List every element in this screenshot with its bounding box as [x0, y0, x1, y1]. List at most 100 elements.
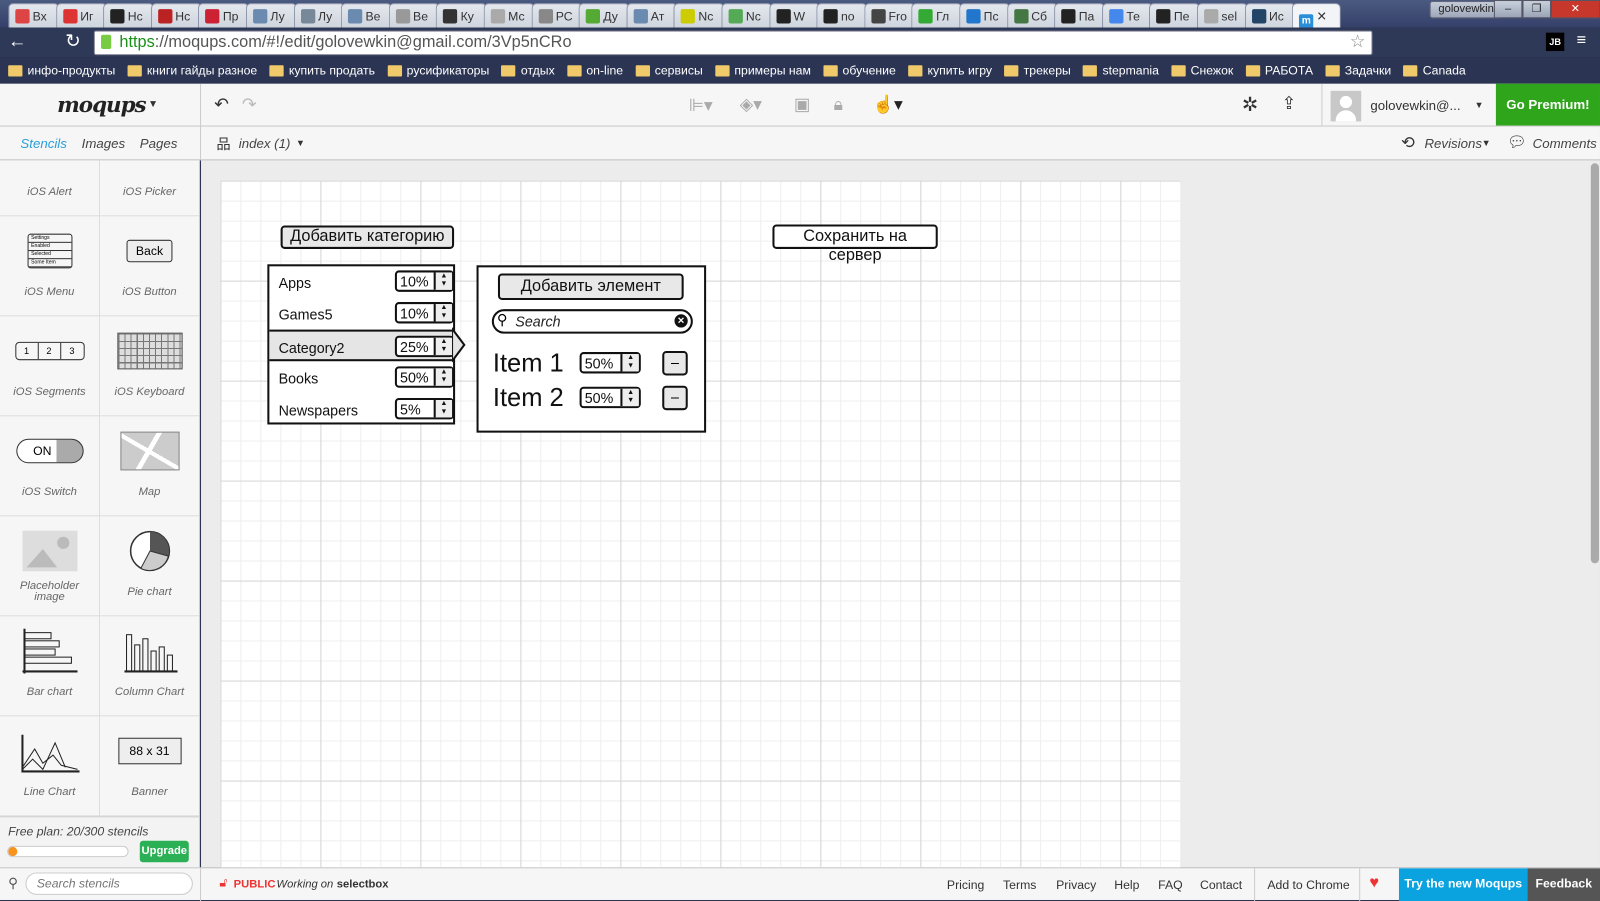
browser-tab[interactable]: РС	[531, 3, 583, 28]
browser-tab[interactable]: Нс	[103, 3, 155, 28]
group-icon[interactable]: ▣	[794, 95, 810, 115]
public-badge[interactable]: PUBLIC	[234, 879, 276, 891]
footer-link-pricing[interactable]: Pricing	[947, 878, 984, 892]
browser-tab[interactable]: Пс	[959, 3, 1011, 28]
browser-tab[interactable]: Ду	[578, 3, 630, 28]
stepper-arrows-icon[interactable]: ▲ ▼	[433, 304, 453, 322]
align-icon[interactable]: ⊫▾	[689, 96, 713, 116]
revisions-chevron-icon[interactable]: ▼	[1482, 138, 1491, 148]
bookmark-folder[interactable]: отдых	[501, 63, 555, 78]
maximize-button[interactable]: ❐	[1522, 0, 1552, 19]
footer-link-contact[interactable]: Contact	[1200, 878, 1242, 892]
stencil-ios-picker[interactable]: iOS Picker	[99, 160, 199, 217]
share-icon[interactable]: ⇪	[1282, 94, 1297, 114]
window-profile-button[interactable]: golovewkin	[1429, 1, 1504, 19]
stencil-pie-chart[interactable]: Pie chart	[99, 516, 199, 617]
reload-icon[interactable]: ↻	[65, 31, 80, 52]
browser-tab[interactable]: Ис	[1244, 3, 1296, 28]
tab-images[interactable]: Images	[82, 136, 126, 151]
vertical-scrollbar[interactable]	[1590, 163, 1599, 564]
tab-pages[interactable]: Pages	[140, 136, 178, 151]
lock-icon[interactable]: 🔒︎	[834, 95, 843, 115]
percent-stepper[interactable]: 25% ▲ ▼	[394, 335, 455, 357]
stepper-arrows-icon[interactable]: ▲ ▼	[433, 272, 453, 290]
stencil-banner[interactable]: 88 x 31 Banner	[99, 716, 199, 817]
bookmark-folder[interactable]: stepmania	[1083, 63, 1159, 78]
logo-menu-chevron-icon[interactable]: ▼	[148, 99, 158, 110]
jetbrains-extension-icon[interactable]: JB	[1545, 32, 1565, 52]
stepper-arrows-icon[interactable]: ▲ ▼	[433, 368, 453, 386]
stencil-column-chart[interactable]: Column Chart	[99, 616, 199, 717]
browser-tab[interactable]: Fro	[864, 3, 916, 28]
browser-tab[interactable]: Мс	[483, 3, 535, 28]
menu-icon[interactable]: ≡	[1577, 32, 1587, 50]
bookmark-folder[interactable]: купить продать	[269, 63, 375, 78]
browser-tab[interactable]: Ат	[626, 3, 678, 28]
url-bar[interactable]: https://moqups.com/#!/edit/golovewkin@gm…	[93, 30, 1373, 56]
bookmark-folder[interactable]: примеры нам	[715, 63, 811, 78]
save-to-server-button[interactable]: Сохранить на сервер	[772, 224, 938, 264]
stepper-arrows-icon[interactable]: ▲ ▼	[620, 388, 639, 407]
undo-icon[interactable]: ↶	[214, 95, 229, 115]
minimize-button[interactable]: –	[1493, 0, 1523, 19]
stencil-ios-alert[interactable]: iOS Alert	[0, 160, 100, 217]
stencil-ios-button[interactable]: Back iOS Button	[99, 216, 199, 317]
search-stencils-input[interactable]	[25, 872, 193, 895]
browser-tab[interactable]: Пр	[198, 3, 250, 28]
stencil-placeholder-image[interactable]: Placeholder image	[0, 516, 100, 617]
remove-item-button[interactable]: –	[662, 351, 688, 376]
bookmark-folder[interactable]: купить игру	[908, 63, 992, 78]
browser-tab[interactable]: mm✕	[1292, 3, 1341, 28]
browser-tab[interactable]: Лу	[293, 3, 345, 28]
bookmark-folder[interactable]: on-line	[566, 63, 623, 78]
back-icon[interactable]: ←	[8, 31, 26, 52]
settings-gear-icon[interactable]: ✲	[1242, 94, 1258, 117]
browser-tab[interactable]: sel	[1196, 3, 1248, 28]
category-row[interactable]: Category2 25% ▲ ▼	[269, 329, 455, 361]
browser-tab[interactable]: Nc	[721, 3, 773, 28]
stencil-line-chart[interactable]: Line Chart	[0, 716, 100, 817]
bookmark-folder[interactable]: трекеры	[1004, 63, 1071, 78]
stencil-bar-chart[interactable]: Bar chart	[0, 616, 100, 717]
revisions-button[interactable]: Revisions	[1424, 136, 1482, 151]
avatar[interactable]	[1330, 90, 1362, 122]
browser-tab[interactable]: Лу	[245, 3, 297, 28]
search-input[interactable]: ⚲ Search ✕	[491, 309, 693, 334]
clear-search-icon[interactable]: ✕	[674, 314, 688, 328]
bookmark-folder[interactable]: книги гайды разное	[127, 63, 257, 78]
browser-tab[interactable]: Гл	[911, 3, 963, 28]
feedback-button[interactable]: Feedback	[1527, 868, 1600, 901]
bookmark-folder[interactable]: Canada	[1403, 63, 1466, 78]
stencil-map[interactable]: Map	[99, 416, 199, 517]
bookmark-folder[interactable]: обучение	[823, 63, 896, 78]
footer-link-terms[interactable]: Terms	[1003, 878, 1036, 892]
percent-stepper[interactable]: 50% ▲ ▼	[579, 352, 641, 374]
category-row[interactable]: Newspapers 5% ▲ ▼	[269, 394, 455, 426]
page-selector[interactable]: index (1)	[239, 136, 291, 151]
stepper-arrows-icon[interactable]: ▲ ▼	[620, 354, 639, 372]
redo-icon[interactable]: ↷	[242, 95, 257, 115]
percent-stepper[interactable]: 5% ▲ ▼	[394, 398, 455, 420]
remove-item-button[interactable]: –	[662, 385, 688, 411]
browser-tab[interactable]: Ве	[388, 3, 440, 28]
interaction-hand-icon[interactable]: ☝▾	[872, 95, 902, 115]
moqups-logo[interactable]: moqups	[57, 92, 146, 118]
try-new-moqups-button[interactable]: Try the new Moqups	[1398, 868, 1528, 901]
browser-tab[interactable]: Ве	[341, 3, 393, 28]
percent-stepper[interactable]: 10% ▲ ▼	[394, 302, 455, 324]
category-row[interactable]: Games5 10% ▲ ▼	[269, 298, 455, 330]
footer-link-help[interactable]: Help	[1114, 878, 1139, 892]
browser-tab[interactable]: Nc	[673, 3, 725, 28]
comments-icon[interactable]: 💬︎	[1507, 133, 1526, 151]
page-chevron-icon[interactable]: ▼	[296, 138, 305, 148]
user-menu[interactable]: golovewkin@...	[1370, 98, 1460, 113]
browser-tab[interactable]: Ку	[436, 3, 488, 28]
comments-button[interactable]: Comments	[1533, 136, 1597, 151]
browser-tab[interactable]: Сб	[1006, 3, 1058, 28]
browser-tab[interactable]: Иг	[55, 3, 107, 28]
percent-stepper[interactable]: 10% ▲ ▼	[394, 270, 455, 292]
footer-link-privacy[interactable]: Privacy	[1056, 878, 1096, 892]
add-element-button[interactable]: Добавить элемент	[497, 273, 684, 300]
stepper-arrows-icon[interactable]: ▲ ▼	[433, 400, 453, 418]
layers-icon[interactable]: ◈▾	[740, 95, 762, 115]
